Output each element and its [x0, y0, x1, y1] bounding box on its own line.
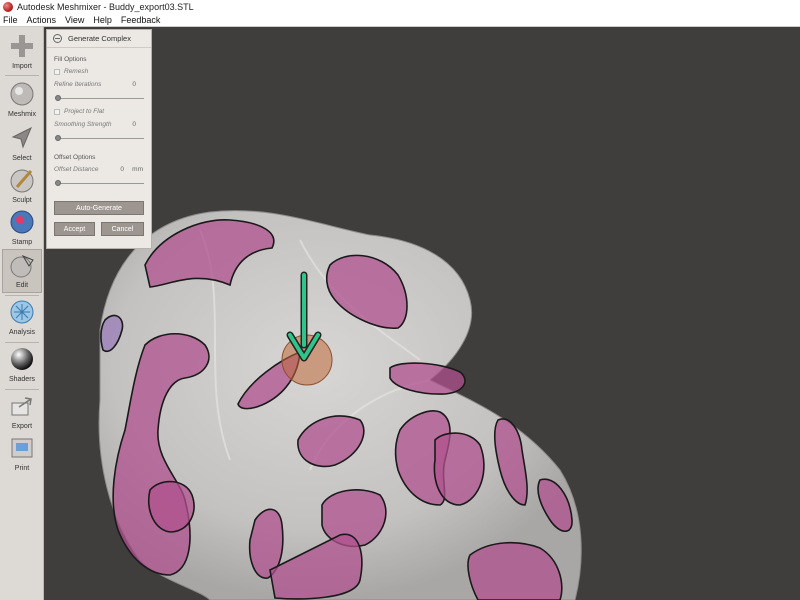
- slider-knob[interactable]: [55, 180, 61, 186]
- tool-analysis[interactable]: Analysis: [2, 297, 42, 341]
- refine-iterations-slider[interactable]: [55, 95, 144, 101]
- left-toolbar: Import Meshmix Select Sculpt Stamp Edit: [0, 27, 44, 600]
- slider-knob[interactable]: [55, 95, 61, 101]
- project-to-flat-checkbox[interactable]: [54, 108, 60, 115]
- slider-knob[interactable]: [55, 135, 61, 141]
- refine-iterations-label: Refine Iterations: [54, 81, 102, 88]
- smoothing-strength-row: Smoothing Strength 0: [54, 121, 146, 128]
- offset-distance-slider[interactable]: [55, 180, 144, 186]
- tool-select[interactable]: Select: [2, 123, 42, 167]
- shaders-icon: [9, 346, 35, 372]
- remesh-row[interactable]: Remesh: [54, 68, 146, 75]
- smoothing-strength-label: Smoothing Strength: [54, 121, 112, 128]
- panel-title: Generate Complex: [68, 34, 131, 43]
- tool-export[interactable]: Export: [2, 391, 42, 435]
- title-bar: Autodesk Meshmixer - Buddy_export03.STL: [0, 0, 800, 14]
- smoothing-strength-value: 0: [132, 121, 136, 128]
- smoothing-strength-slider[interactable]: [55, 135, 144, 141]
- panel-header: Generate Complex: [47, 30, 151, 48]
- export-icon: [9, 393, 35, 419]
- refine-iterations-row: Refine Iterations 0: [54, 81, 146, 88]
- project-to-flat-row[interactable]: Project to Flat: [54, 108, 146, 115]
- tool-import[interactable]: Import: [2, 31, 42, 75]
- tool-edit[interactable]: Edit: [2, 249, 42, 293]
- meshmixer-app-icon: [3, 2, 13, 12]
- offset-distance-value: 0: [120, 166, 124, 173]
- offset-distance-label: Offset Distance: [54, 166, 99, 173]
- plus-icon: [9, 33, 35, 59]
- offset-options-label: Offset Options: [54, 154, 96, 161]
- sculpt-brush-icon: [9, 167, 35, 193]
- tool-meshmix[interactable]: Meshmix: [2, 79, 42, 123]
- window-title: Autodesk Meshmixer - Buddy_export03.STL: [17, 2, 194, 12]
- analysis-icon: [9, 299, 35, 325]
- edit-icon: [9, 252, 35, 278]
- menu-help[interactable]: Help: [93, 15, 112, 25]
- tool-sculpt[interactable]: Sculpt: [2, 165, 42, 209]
- cancel-button[interactable]: Cancel: [101, 222, 144, 236]
- meshmix-icon: [9, 81, 35, 107]
- generate-complex-panel: Generate Complex Fill Options Remesh Ref…: [46, 29, 152, 249]
- stamp-icon: [9, 209, 35, 235]
- print-icon: [9, 435, 35, 461]
- accept-button[interactable]: Accept: [54, 222, 95, 236]
- remesh-checkbox[interactable]: [54, 68, 60, 75]
- menu-file[interactable]: File: [3, 15, 18, 25]
- mesh-model[interactable]: [45, 27, 800, 600]
- collapse-icon[interactable]: [53, 34, 62, 43]
- select-arrow-icon: [9, 125, 35, 151]
- tool-stamp[interactable]: Stamp: [2, 207, 42, 251]
- project-to-flat-label: Project to Flat: [64, 108, 105, 115]
- fill-options-label: Fill Options: [54, 56, 87, 63]
- menu-bar: File Actions View Help Feedback: [0, 14, 800, 27]
- menu-feedback[interactable]: Feedback: [121, 15, 161, 25]
- tool-shaders[interactable]: Shaders: [2, 344, 42, 388]
- menu-view[interactable]: View: [65, 15, 84, 25]
- remesh-label: Remesh: [64, 68, 89, 75]
- offset-distance-row: Offset Distance 0 mm: [54, 166, 146, 173]
- menu-actions[interactable]: Actions: [27, 15, 57, 25]
- tool-print[interactable]: Print: [2, 433, 42, 477]
- 3d-viewport[interactable]: [45, 27, 800, 600]
- refine-iterations-value: 0: [132, 81, 136, 88]
- auto-generate-button[interactable]: Auto-Generate: [54, 201, 144, 215]
- offset-distance-unit: mm: [132, 166, 143, 173]
